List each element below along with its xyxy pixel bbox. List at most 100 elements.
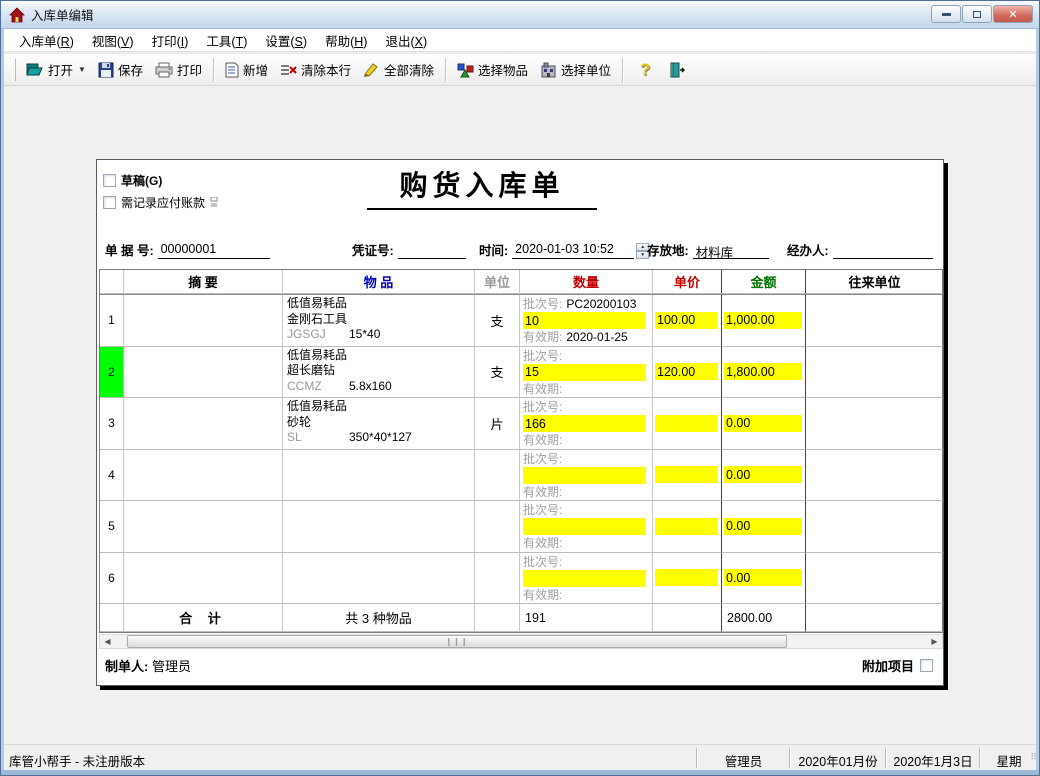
doc-no-field[interactable]: 00000001 [158,242,270,259]
summary-cell[interactable] [124,553,283,605]
price-cell[interactable] [653,347,722,399]
table-row[interactable]: 1 低值易耗品金刚石工具JGSGJ15*40支批次号:PC20200103有效期:… [100,295,942,347]
table-row[interactable]: 3 低值易耗品砂轮SL350*40*127片批次号:有效期: [100,398,942,450]
open-button[interactable]: 打开 ▼ [20,57,92,82]
column-header[interactable]: 单价 [653,270,722,294]
amount-cell[interactable] [722,553,806,605]
vendor-cell[interactable] [806,295,943,347]
unit-cell[interactable]: 片 [475,398,520,450]
help-button[interactable]: ? [628,57,662,83]
summary-cell[interactable] [124,347,283,399]
close-button[interactable]: ✕ [993,5,1033,23]
summary-cell[interactable] [124,501,283,553]
vendor-cell[interactable] [806,501,943,553]
print-button[interactable]: 打印 [149,57,208,82]
qty-input[interactable] [523,467,646,484]
table-row[interactable]: 6 批次号:有效期: [100,553,942,605]
amount-input[interactable] [724,363,802,380]
column-header[interactable]: 物 品 [283,270,475,294]
menu-item[interactable]: 打印(I) [143,28,198,53]
price-cell[interactable] [653,501,722,553]
handler-field[interactable] [833,242,933,259]
scroll-track[interactable]: ❙❙❙ [115,635,927,648]
column-header[interactable]: 数量 [520,270,653,294]
price-cell[interactable] [653,450,722,502]
item-cell[interactable]: 低值易耗品超长磨钻CCMZ5.8x160 [283,347,475,399]
menu-item[interactable]: 入库单(R) [10,28,83,53]
select-item-button[interactable]: 选择物品 [451,57,534,82]
extra-items-checkbox[interactable] [920,659,933,672]
vendor-cell[interactable] [806,553,943,605]
vendor-cell[interactable] [806,347,943,399]
scroll-left-arrow[interactable]: ◀ [100,635,115,648]
time-field[interactable]: 2020-01-03 10:52 [512,242,634,259]
item-cell[interactable] [283,553,475,605]
location-field[interactable]: 材料库 [693,242,769,259]
price-input[interactable] [655,312,718,329]
row-index-cell[interactable]: 1 [100,295,124,347]
column-header[interactable]: 单位 [475,270,520,294]
amount-cell[interactable] [722,450,806,502]
menu-item[interactable]: 视图(V) [83,28,143,53]
menu-item[interactable]: 工具(T) [197,28,256,53]
row-index-cell[interactable]: 6 [100,553,124,605]
quantity-cell[interactable]: 批次号:PC20200103有效期:2020-01-25 [520,295,653,347]
amount-input[interactable] [724,569,802,586]
quantity-cell[interactable]: 批次号:有效期: [520,553,653,605]
qty-input[interactable] [523,518,646,535]
price-cell[interactable] [653,553,722,605]
qty-input[interactable] [523,415,646,432]
amount-cell[interactable] [722,347,806,399]
scroll-thumb[interactable]: ❙❙❙ [127,635,787,648]
scroll-right-arrow[interactable]: ▶ [927,635,942,648]
clear-row-button[interactable]: 清除本行 [274,57,357,82]
restore-button[interactable] [962,5,992,23]
column-header[interactable]: 金额 [722,270,806,294]
row-index-cell[interactable]: 5 [100,501,124,553]
vendor-cell[interactable] [806,450,943,502]
item-cell[interactable]: 低值易耗品砂轮SL350*40*127 [283,398,475,450]
row-index-cell[interactable]: 3 [100,398,124,450]
horizontal-scrollbar[interactable]: ◀ ❙❙❙ ▶ [99,634,943,649]
qty-input[interactable] [523,312,646,329]
quantity-cell[interactable]: 批次号:有效期: [520,398,653,450]
amount-input[interactable] [724,466,802,483]
summary-cell[interactable] [124,295,283,347]
price-cell[interactable] [653,295,722,347]
summary-cell[interactable] [124,450,283,502]
quantity-cell[interactable]: 批次号:有效期: [520,450,653,502]
new-row-button[interactable]: 新增 [219,57,274,82]
price-input[interactable] [655,363,718,380]
menu-item[interactable]: 帮助(H) [316,28,376,53]
price-input[interactable] [655,415,718,432]
item-cell[interactable] [283,501,475,553]
item-cell[interactable] [283,450,475,502]
price-input[interactable] [655,518,718,535]
price-input[interactable] [655,569,718,586]
amount-input[interactable] [724,415,802,432]
unit-cell[interactable]: 支 [475,295,520,347]
amount-input[interactable] [724,312,802,329]
amount-cell[interactable] [722,501,806,553]
item-cell[interactable]: 低值易耗品金刚石工具JGSGJ15*40 [283,295,475,347]
draft-checkbox[interactable] [103,174,116,187]
quantity-cell[interactable]: 批次号:有效期: [520,501,653,553]
save-button[interactable]: 保存 [92,57,149,82]
voucher-field[interactable] [398,242,466,259]
payable-checkbox[interactable] [103,196,116,209]
table-row[interactable]: 2 低值易耗品超长磨钻CCMZ5.8x160支批次号:有效期: [100,347,942,399]
clear-all-button[interactable]: 全部清除 [357,57,440,82]
amount-input[interactable] [724,518,802,535]
unit-cell[interactable]: 支 [475,347,520,399]
row-index-cell[interactable]: 2 [100,347,124,399]
table-row[interactable]: 4 批次号:有效期: [100,450,942,502]
price-cell[interactable] [653,398,722,450]
row-index-cell[interactable]: 4 [100,450,124,502]
vendor-cell[interactable] [806,398,943,450]
unit-cell[interactable] [475,553,520,605]
quantity-cell[interactable]: 批次号:有效期: [520,347,653,399]
unit-cell[interactable] [475,450,520,502]
column-header[interactable]: 摘 要 [124,270,283,294]
table-row[interactable]: 5 批次号:有效期: [100,501,942,553]
menu-item[interactable]: 设置(S) [256,28,316,53]
